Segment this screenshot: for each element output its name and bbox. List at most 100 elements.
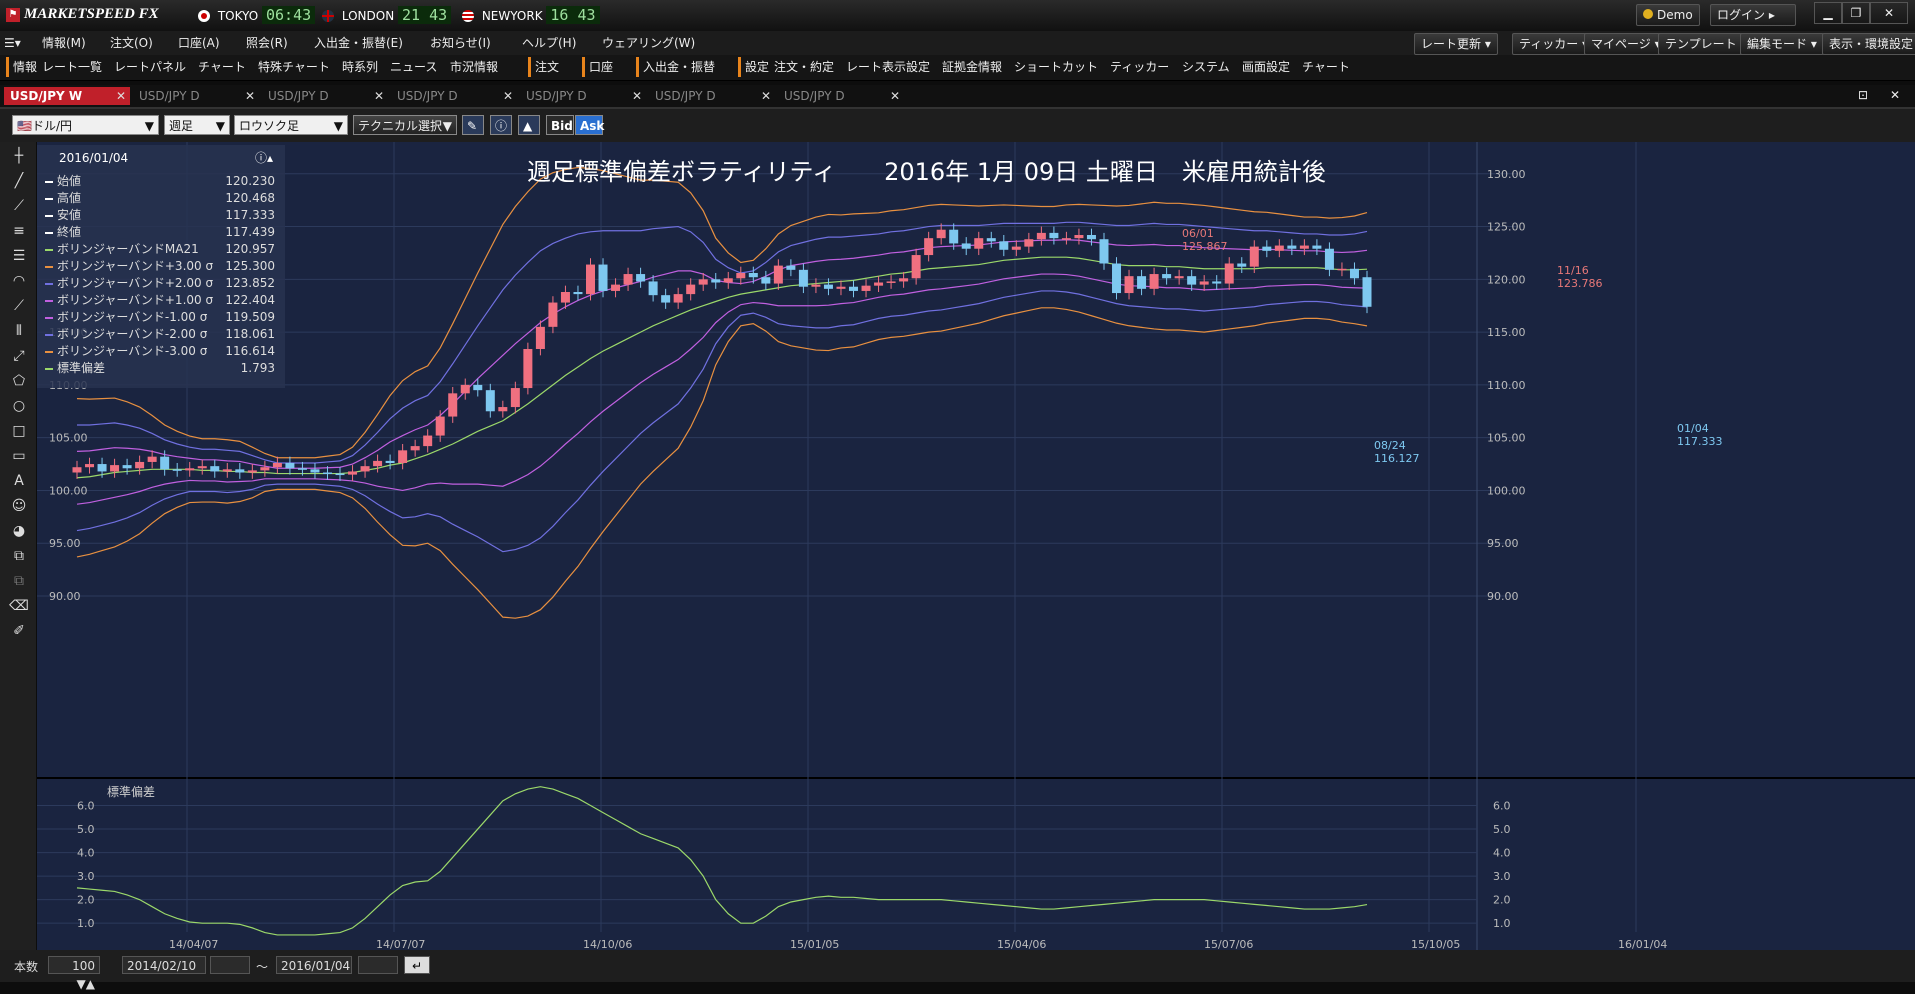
y-tick-label: 125.00: [1487, 221, 1526, 234]
chart-tab[interactable]: USD/JPY D ✕: [133, 87, 259, 105]
toolbar-item[interactable]: 時系列: [342, 57, 378, 77]
text-icon[interactable]: A: [9, 471, 29, 491]
chart-kind-select[interactable]: ロウソク足 ▼: [234, 115, 348, 135]
count-input[interactable]: 100 ▼▲: [48, 956, 100, 991]
toolbar-item[interactable]: 注文・約定: [774, 57, 834, 77]
chart-tab[interactable]: USD/JPY W ✕: [4, 87, 130, 105]
to-date-input[interactable]: 2016/01/04: [276, 956, 352, 974]
price-chart[interactable]: 6.06.05.05.04.04.03.03.02.02.01.01.0 135…: [37, 142, 1915, 950]
fibonacci-arc-icon[interactable]: ◠: [9, 271, 29, 291]
menu-item[interactable]: 照会(R): [246, 33, 288, 53]
chart-tab[interactable]: USD/JPY D ✕: [262, 87, 388, 105]
tab-close-icon[interactable]: ✕: [632, 87, 642, 105]
menu-right-button[interactable]: 編集モード ▾: [1740, 33, 1824, 55]
clear-all-icon[interactable]: ✐: [9, 621, 29, 641]
close-chart-icon[interactable]: ✕: [1890, 85, 1900, 105]
bid-button[interactable]: Bid: [546, 115, 574, 135]
from-time-input[interactable]: [210, 956, 250, 974]
menu-item[interactable]: お知らせ(I): [430, 33, 491, 53]
info-icon[interactable]: ⓘ: [490, 115, 512, 135]
magnet-icon[interactable]: ◕: [9, 521, 29, 541]
copy-icon[interactable]: ⧉: [9, 546, 29, 566]
chart-tab[interactable]: USD/JPY D ✕: [778, 87, 904, 105]
menu-right-button[interactable]: ティッカー ▾: [1512, 33, 1596, 55]
pentagon-icon[interactable]: ⬠: [9, 371, 29, 391]
rectangle-icon[interactable]: □: [9, 421, 29, 441]
tab-close-icon[interactable]: ✕: [761, 87, 771, 105]
toolbar-item[interactable]: 画面設定: [1242, 57, 1290, 77]
ray-icon[interactable]: ⟋: [9, 196, 29, 216]
chart-tab[interactable]: USD/JPY D ✕: [520, 87, 646, 105]
tab-close-icon[interactable]: ✕: [374, 87, 384, 105]
chart-style-icon[interactable]: ▲: [518, 115, 540, 135]
tab-close-icon[interactable]: ✕: [890, 87, 900, 105]
maximize-chart-icon[interactable]: ⊡: [1858, 85, 1868, 105]
toolbar-item[interactable]: 注文: [528, 57, 559, 77]
toolbar-item[interactable]: チャート: [198, 57, 246, 77]
stamp-icon[interactable]: ☺: [9, 496, 29, 516]
chart-tab[interactable]: USD/JPY D ✕: [391, 87, 517, 105]
from-date-input[interactable]: 2014/02/10: [122, 956, 206, 974]
y-tick-label: 100.00: [1487, 484, 1526, 497]
toolbar-item[interactable]: ニュース: [390, 57, 437, 77]
horizontal-line-icon[interactable]: ≡: [9, 221, 29, 241]
hamburger-icon[interactable]: ☰▾: [4, 33, 21, 53]
candle-body: [423, 435, 433, 447]
close-icon[interactable]: ✕: [1870, 2, 1908, 24]
menu-item[interactable]: 情報(M): [42, 33, 86, 53]
circle-icon[interactable]: ○: [9, 396, 29, 416]
demo-button[interactable]: Demo: [1636, 4, 1700, 26]
menu-right-button[interactable]: レート更新 ▾: [1414, 33, 1498, 55]
tab-close-icon[interactable]: ✕: [245, 87, 255, 105]
gann-icon[interactable]: ⤢: [9, 346, 29, 366]
toolbar-item[interactable]: 市況情報: [450, 57, 498, 77]
chart-tab[interactable]: USD/JPY D ✕: [649, 87, 775, 105]
menu-item[interactable]: ウェアリング(W): [602, 33, 695, 53]
ask-button[interactable]: Ask: [575, 115, 604, 135]
minimize-icon[interactable]: ▁: [1814, 2, 1842, 24]
toolbar-item[interactable]: システム: [1182, 57, 1230, 77]
tab-close-icon[interactable]: ✕: [503, 87, 513, 105]
to-time-input[interactable]: [358, 956, 398, 974]
x-tick-label: 15/01/05: [790, 938, 839, 950]
toolbar-item[interactable]: 特殊チャート: [258, 57, 330, 77]
toolbar-item[interactable]: 入出金・振替: [636, 57, 715, 77]
menu-item[interactable]: 注文(O): [110, 33, 153, 53]
menu-item[interactable]: 口座(A): [178, 33, 220, 53]
fibonacci-time-icon[interactable]: ⦀: [9, 321, 29, 341]
menu-right-button[interactable]: マイページ ▾: [1584, 33, 1668, 55]
toolbar-item[interactable]: ショートカット: [1014, 57, 1098, 77]
toolbar-item[interactable]: ティッカー: [1110, 57, 1169, 77]
candle-body: [1274, 245, 1284, 251]
menu-item[interactable]: ヘルプ(H): [522, 33, 576, 53]
period-select[interactable]: 週足 ▼: [164, 115, 230, 135]
restore-icon[interactable]: ❐: [1842, 2, 1870, 24]
menu-right-button[interactable]: 表示・環境設定 ▾: [1822, 33, 1915, 55]
toolbar-item[interactable]: 口座: [582, 57, 613, 77]
menu-item[interactable]: 入出金・振替(E): [314, 33, 403, 53]
toolbar-item[interactable]: チャート: [1302, 57, 1350, 77]
price-annotation-date: 01/04: [1677, 422, 1709, 435]
toolbar-item[interactable]: レート一覧: [42, 57, 102, 77]
channel-icon[interactable]: ☰: [9, 246, 29, 266]
y-tick-label: 110.00: [1487, 379, 1526, 392]
toolbar-item[interactable]: 設定: [738, 57, 769, 77]
toolbar-item[interactable]: 証拠金情報: [942, 57, 1002, 77]
tab-close-icon[interactable]: ✕: [116, 87, 126, 105]
toolbar-item[interactable]: 情報: [6, 57, 37, 77]
crosshair-icon[interactable]: ┼: [9, 146, 29, 166]
toolbar-item[interactable]: レート表示設定: [846, 57, 930, 77]
trendline-icon[interactable]: ╱: [9, 171, 29, 191]
eraser-icon[interactable]: ⌫: [9, 596, 29, 616]
apply-range-icon[interactable]: ↵: [404, 956, 430, 974]
technical-select[interactable]: テクニカル選択 ▼: [353, 115, 457, 135]
data-window-toggle-icon[interactable]: ⓘ▴: [255, 149, 273, 166]
copy-disabled-icon[interactable]: ⧉: [9, 571, 29, 591]
draw-icon[interactable]: ✎: [462, 115, 484, 135]
fibonacci-fan-icon[interactable]: ⟋: [9, 296, 29, 316]
flag-icon: 🇺🇸: [17, 119, 32, 133]
login-button[interactable]: ログイン ▸: [1710, 4, 1796, 26]
toolbar-item[interactable]: レートパネル: [114, 57, 186, 77]
currency-pair-select[interactable]: 🇺🇸ドル/円 ▼: [12, 115, 159, 135]
line-icon[interactable]: ▭: [9, 446, 29, 466]
